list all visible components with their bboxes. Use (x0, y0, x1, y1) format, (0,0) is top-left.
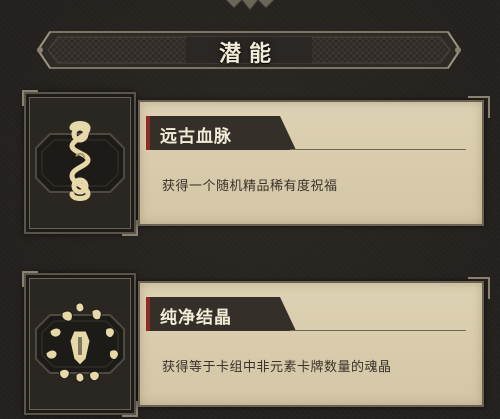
text-panel: 纯净结晶 获得等于卡组中非元素卡牌数量的魂晶 (138, 277, 490, 407)
potential-card-ancient-bloodline[interactable]: 远古血脉 获得一个随机精品稀有度祝福 (22, 90, 490, 236)
icon-frame (22, 271, 138, 417)
potential-card-pure-crystal[interactable]: 纯净结晶 获得等于卡组中非元素卡牌数量的魂晶 (22, 271, 490, 417)
potential-description: 获得等于卡组中非元素卡牌数量的魂晶 (162, 360, 392, 375)
name-tab: 纯净结晶 (146, 297, 296, 331)
title-banner: 潜能 (36, 26, 462, 74)
potential-name: 纯净结晶 (160, 308, 232, 328)
pure-crystal-icon (35, 302, 125, 383)
ancient-bloodline-icon (35, 121, 125, 201)
name-divider (290, 149, 466, 150)
name-tab: 远古血脉 (146, 116, 296, 150)
potential-name: 远古血脉 (160, 127, 232, 147)
top-ornament-icon (225, 0, 275, 11)
name-divider (290, 330, 466, 331)
text-panel: 远古血脉 获得一个随机精品稀有度祝福 (138, 96, 490, 226)
panel-title: 潜能 (218, 42, 279, 67)
potential-description: 获得一个随机精品稀有度祝福 (162, 179, 338, 194)
icon-frame (22, 90, 138, 236)
